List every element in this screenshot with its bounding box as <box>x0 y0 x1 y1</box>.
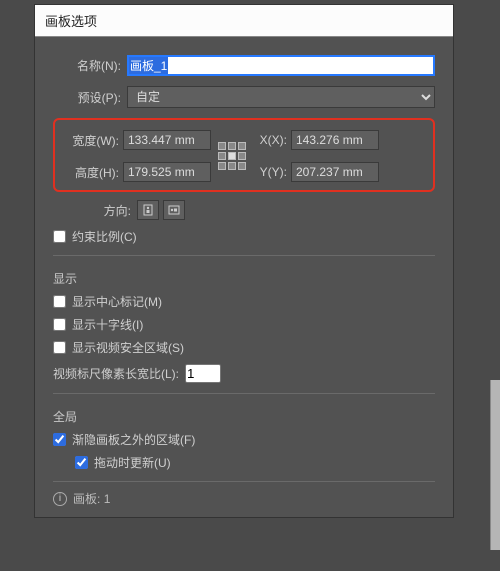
y-label: Y(Y): <box>251 165 291 179</box>
refpoint-tl[interactable] <box>218 142 226 150</box>
orientation-label: 方向: <box>53 202 131 219</box>
cross-cb[interactable] <box>53 318 66 331</box>
artboard-count-label: 画板: <box>73 490 100 507</box>
display-section-title: 显示 <box>53 270 435 287</box>
drag-label: 拖动时更新(U) <box>94 454 171 471</box>
landscape-icon <box>168 205 180 215</box>
safe-label: 显示视频安全区域(S) <box>72 339 184 356</box>
name-label: 名称(N): <box>53 57 121 74</box>
dimensions-highlight: 宽度(W): X(X): <box>53 118 435 192</box>
center-mark-label: 显示中心标记(M) <box>72 293 162 310</box>
dialog-title: 画板选项 <box>35 5 453 37</box>
width-label: 宽度(W): <box>63 132 123 149</box>
refpoint-br[interactable] <box>238 162 246 170</box>
preset-select[interactable]: 自定 <box>127 86 435 108</box>
ratio-input[interactable] <box>185 364 221 383</box>
portrait-icon <box>143 204 153 216</box>
refpoint-tc[interactable] <box>228 142 236 150</box>
update-on-drag-checkbox[interactable]: 拖动时更新(U) <box>75 454 435 471</box>
preset-label: 预设(P): <box>53 89 121 106</box>
artboard-count-value: 1 <box>104 492 111 506</box>
show-video-safe-checkbox[interactable]: 显示视频安全区域(S) <box>53 339 435 356</box>
refpoint-bl[interactable] <box>218 162 226 170</box>
name-input-value: 画板_1 <box>129 57 168 74</box>
global-section-title: 全局 <box>53 408 435 425</box>
x-input[interactable] <box>291 130 379 150</box>
constrain-cb[interactable] <box>53 230 66 243</box>
width-input[interactable] <box>123 130 211 150</box>
fade-label: 渐隐画板之外的区域(F) <box>72 431 195 448</box>
name-input[interactable]: 画板_1 <box>127 55 435 76</box>
orientation-portrait-button[interactable] <box>137 200 159 220</box>
orientation-landscape-button[interactable] <box>163 200 185 220</box>
artboard-options-dialog: 画板选项 名称(N): 画板_1 预设(P): 自定 宽度(W): <box>34 4 454 518</box>
center-mark-cb[interactable] <box>53 295 66 308</box>
refpoint-tr[interactable] <box>238 142 246 150</box>
refpoint-mc[interactable] <box>228 152 236 160</box>
separator <box>53 481 435 482</box>
refpoint-ml[interactable] <box>218 152 226 160</box>
info-icon: i <box>53 492 67 506</box>
x-label: X(X): <box>251 133 291 147</box>
separator <box>53 255 435 256</box>
refpoint-mr[interactable] <box>238 152 246 160</box>
constrain-label: 约束比例(C) <box>72 228 137 245</box>
fade-cb[interactable] <box>53 433 66 446</box>
fade-outside-checkbox[interactable]: 渐隐画板之外的区域(F) <box>53 431 435 448</box>
reference-point-grid[interactable] <box>213 142 251 170</box>
show-center-mark-checkbox[interactable]: 显示中心标记(M) <box>53 293 435 310</box>
height-input[interactable] <box>123 162 211 182</box>
height-label: 高度(H): <box>63 164 123 181</box>
y-input[interactable] <box>291 162 379 182</box>
right-panel-sliver <box>490 380 500 550</box>
safe-cb[interactable] <box>53 341 66 354</box>
cross-label: 显示十字线(I) <box>72 316 143 333</box>
refpoint-bc[interactable] <box>228 162 236 170</box>
show-crosshairs-checkbox[interactable]: 显示十字线(I) <box>53 316 435 333</box>
ratio-label: 视频标尺像素长宽比(L): <box>53 365 179 382</box>
separator <box>53 393 435 394</box>
constrain-proportions-checkbox[interactable]: 约束比例(C) <box>53 228 435 245</box>
drag-cb[interactable] <box>75 456 88 469</box>
